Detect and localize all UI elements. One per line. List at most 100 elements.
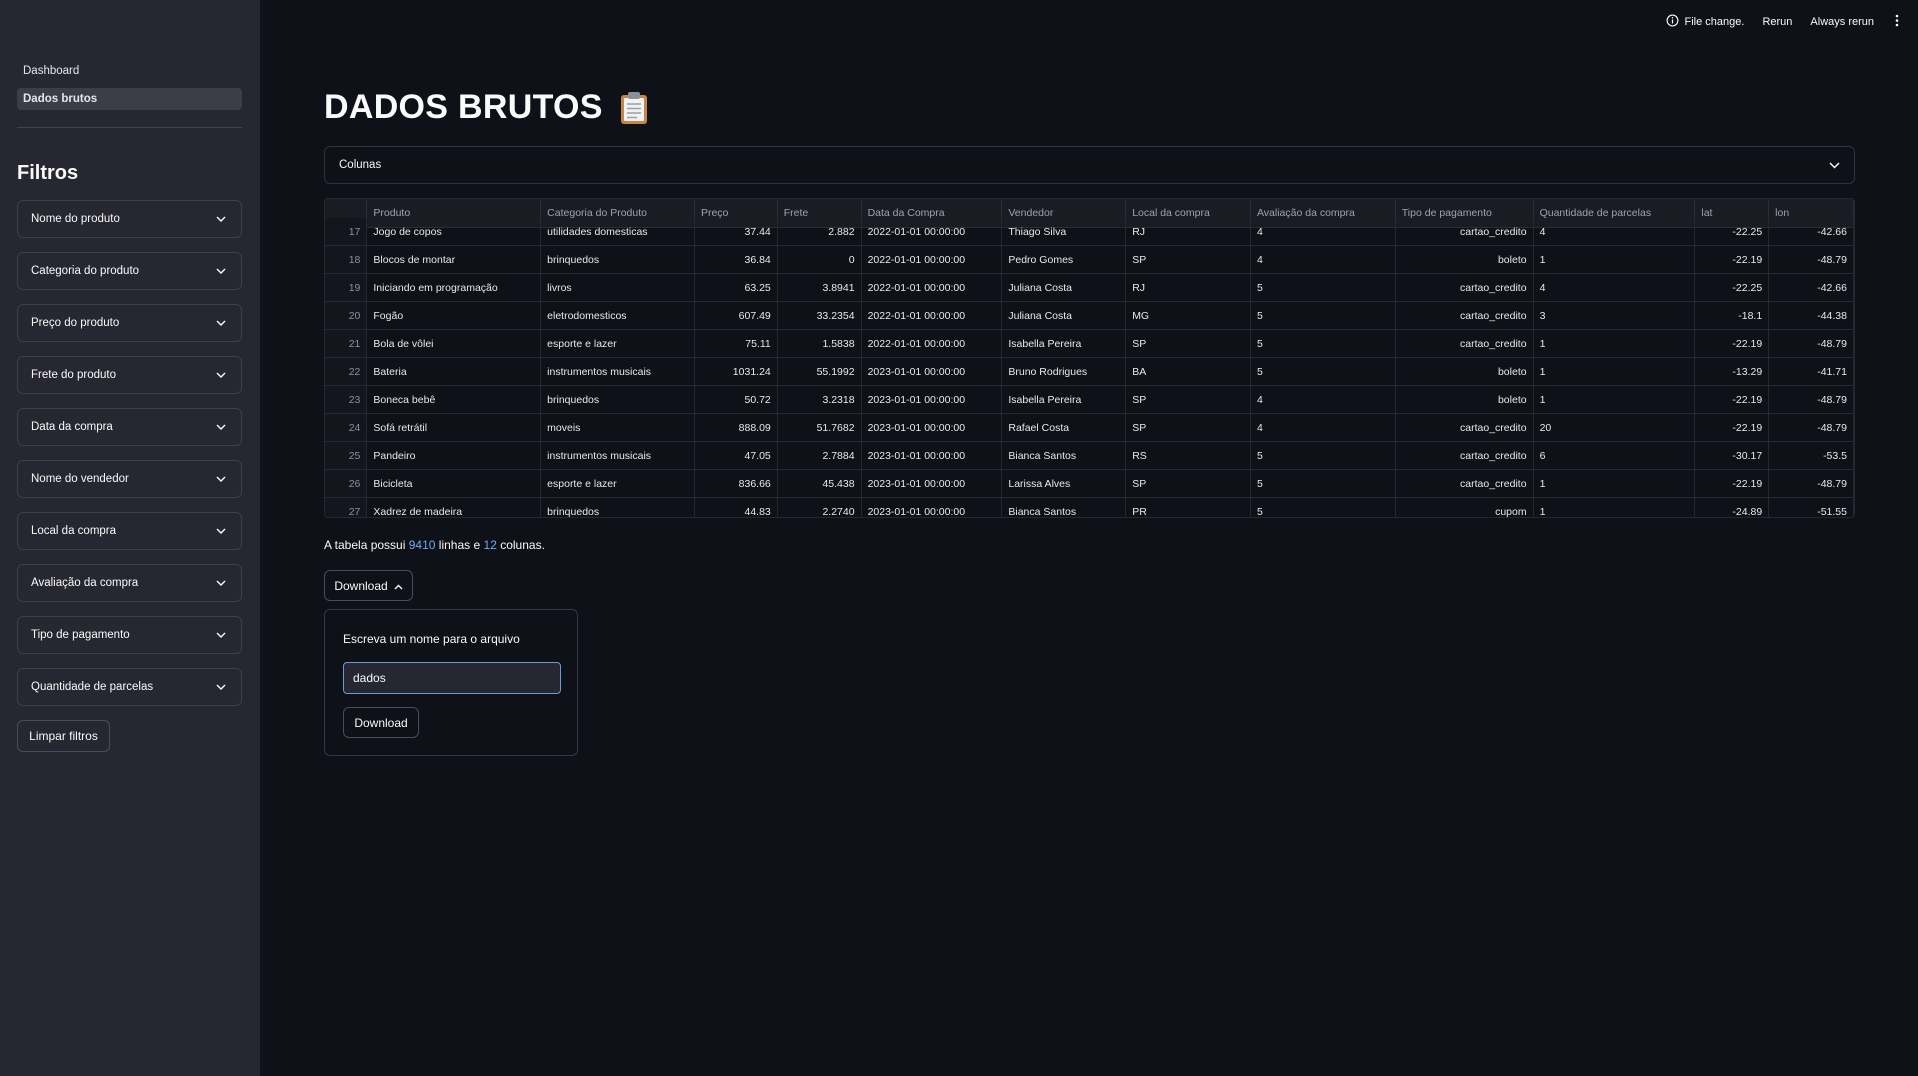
table-cell: -44.38: [1768, 301, 1854, 330]
data-table[interactable]: Produto Categoria do Produto Preço Frete Dat…: [324, 198, 1855, 518]
table-cell: 3.8941: [777, 273, 862, 302]
filter-select[interactable]: Nome do vendedor: [17, 460, 242, 498]
filename-input[interactable]: [343, 662, 561, 694]
clear-filters-button[interactable]: Limpar filtros: [17, 720, 110, 752]
table-cell: 888.09: [694, 413, 778, 442]
table-row[interactable]: 21 Bola de vôlei esporte e lazer 75.11 1.583…: [325, 329, 1854, 358]
row-index: 27: [325, 497, 368, 517]
table-row[interactable]: 23 Boneca bebê brinquedos 50.72 3.2318 2023-0…: [325, 385, 1854, 414]
table-cell: 5: [1250, 301, 1396, 330]
table-cell: RJ: [1125, 273, 1251, 302]
table-row[interactable]: 26 Bicicleta esporte e lazer 836.66 45.438 20…: [325, 469, 1854, 498]
row-index: 24: [325, 413, 368, 442]
table-cell: 5: [1250, 497, 1396, 517]
table-cell: 1: [1533, 329, 1696, 358]
table-cell: SP: [1125, 469, 1251, 498]
table-cell: 1: [1533, 357, 1696, 386]
filters-title: Filtros: [17, 162, 79, 184]
sidebar-divider: [17, 127, 242, 128]
filter-select[interactable]: Avaliação da compra: [17, 564, 242, 602]
status-text: File change.: [1684, 16, 1745, 28]
table-cell: -22.19: [1694, 385, 1770, 414]
page-title: DADOS BRUTOS: [324, 88, 649, 127]
table-cell: cartao_credito: [1395, 329, 1534, 358]
table-cell: 2.882: [777, 217, 862, 246]
table-cell: SP: [1125, 385, 1251, 414]
table-row[interactable]: 27 Xadrez de madeira brinquedos 44.83 2.2740…: [325, 497, 1854, 517]
table-cell: -22.19: [1694, 469, 1770, 498]
filter-select[interactable]: Nome do produto: [17, 200, 242, 238]
filter-label: Avaliação da compra: [31, 577, 139, 589]
main-menu-icon[interactable]: [1892, 14, 1902, 30]
table-row[interactable]: 22 Bateria instrumentos musicais 1031.24 55.…: [325, 357, 1854, 386]
file-change-status: File change.: [1666, 14, 1745, 30]
table-cell: BA: [1125, 357, 1251, 386]
table-cell: 37.44: [694, 217, 778, 246]
filter-select[interactable]: Categoria do produto: [17, 252, 242, 290]
columns-expander[interactable]: Colunas: [324, 146, 1855, 184]
filter-select[interactable]: Local da compra: [17, 512, 242, 550]
table-row[interactable]: 18 Blocos de montar brinquedos 36.84 0 2022-0…: [325, 245, 1854, 274]
filter-list: Nome do produto Categoria do produto Preço…: [17, 200, 242, 720]
filter-select[interactable]: Data da compra: [17, 408, 242, 446]
table-cell: 51.7682: [777, 413, 862, 442]
summary-middle: linhas e: [438, 538, 481, 552]
table-row[interactable]: 25 Pandeiro instrumentos musicais 47.05 2.78…: [325, 441, 1854, 470]
table-cell: SP: [1125, 329, 1251, 358]
table-cell: Bateria: [366, 357, 542, 386]
table-cell: Juliana Costa: [1001, 301, 1127, 330]
table-cell: -42.66: [1768, 273, 1854, 302]
table-cell: 2023-01-01 00:00:00: [861, 469, 1003, 498]
table-cell: Pandeiro: [366, 441, 542, 470]
table-cell: 47.05: [694, 441, 778, 470]
table-cell: SP: [1125, 245, 1251, 274]
table-cell: -51.55: [1768, 497, 1854, 517]
table-cell: 2023-01-01 00:00:00: [861, 357, 1003, 386]
download-popover-button[interactable]: Download: [324, 570, 413, 601]
table-cell: cupom: [1395, 497, 1534, 517]
table-cell: 2023-01-01 00:00:00: [861, 413, 1003, 442]
table-cell: instrumentos musicais: [540, 357, 695, 386]
table-cell: 5: [1250, 329, 1396, 358]
table-cell: Iniciando em programação: [366, 273, 542, 302]
filter-select[interactable]: Tipo de pagamento: [17, 616, 242, 654]
chevron-down-icon: [215, 213, 227, 225]
table-cell: 2022-01-01 00:00:00: [861, 301, 1003, 330]
always-rerun-button[interactable]: Always rerun: [1810, 16, 1874, 28]
filter-select[interactable]: Frete do produto: [17, 356, 242, 394]
table-cell: 50.72: [694, 385, 778, 414]
table-cell: Jogo de copos: [366, 217, 542, 246]
table-cell: 20: [1533, 413, 1696, 442]
table-cell: -48.79: [1768, 469, 1854, 498]
download-button[interactable]: Download: [343, 707, 419, 738]
table-cell: 2022-01-01 00:00:00: [861, 217, 1003, 246]
columns-expander-label: Colunas: [339, 159, 382, 171]
table-cell: -18.1: [1694, 301, 1770, 330]
nav-item-dashboard[interactable]: Dashboard: [17, 60, 242, 82]
table-cell: Bianca Santos: [1001, 441, 1127, 470]
table-cell: utilidades domesticas: [540, 217, 695, 246]
filter-select[interactable]: Quantidade de parcelas: [17, 668, 242, 706]
table-cell: -41.71: [1768, 357, 1854, 386]
rerun-button[interactable]: Rerun: [1762, 16, 1792, 28]
nav-item-dados-brutos[interactable]: Dados brutos: [17, 88, 242, 110]
table-cell: -24.89: [1694, 497, 1770, 517]
table-row[interactable]: 19 Iniciando em programação livros 63.25 3.8…: [325, 273, 1854, 302]
table-row[interactable]: 17 Jogo de copos utilidades domesticas 37.4…: [325, 217, 1854, 246]
row-index: 26: [325, 469, 368, 498]
table-cell: -22.19: [1694, 329, 1770, 358]
chevron-down-icon: [215, 629, 227, 641]
table-cell: Xadrez de madeira: [366, 497, 542, 517]
table-cell: 1: [1533, 245, 1696, 274]
filter-select[interactable]: Preço do produto: [17, 304, 242, 342]
table-cell: -48.79: [1768, 413, 1854, 442]
table-cell: -22.25: [1694, 273, 1770, 302]
table-cell: cartao_credito: [1395, 413, 1534, 442]
table-row[interactable]: 24 Sofá retrátil moveis 888.09 51.7682 2023-0…: [325, 413, 1854, 442]
table-row[interactable]: 20 Fogão eletrodomesticos 607.49 33.2354 2022…: [325, 301, 1854, 330]
chevron-down-icon: [1828, 159, 1840, 171]
filter-label: Nome do vendedor: [31, 473, 129, 485]
table-cell: cartao_credito: [1395, 273, 1534, 302]
table-cell: 607.49: [694, 301, 778, 330]
table-cell: Thiago Silva: [1001, 217, 1127, 246]
